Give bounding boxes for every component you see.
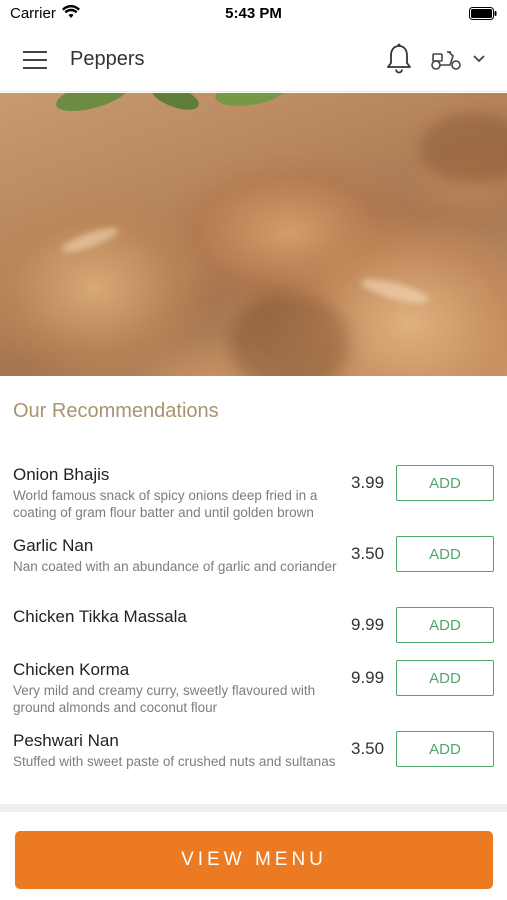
image-highlight xyxy=(59,223,121,257)
battery-icon xyxy=(469,7,497,20)
status-time: 5:43 PM xyxy=(225,5,282,22)
item-price: 9.99 xyxy=(351,615,385,634)
list-item: Garlic Nan Nan coated with an abundance … xyxy=(0,533,507,604)
bell-icon[interactable] xyxy=(385,42,413,76)
view-menu-button[interactable]: VIEW MENU xyxy=(15,831,493,889)
list-item: Onion Bhajis World famous snack of spicy… xyxy=(0,462,507,533)
chevron-down-icon[interactable] xyxy=(472,54,486,64)
item-name: Garlic Nan xyxy=(13,536,94,555)
recommendations-list: Onion Bhajis World famous snack of spicy… xyxy=(0,462,507,799)
menu-icon[interactable] xyxy=(22,49,48,71)
item-name: Peshwari Nan xyxy=(13,731,119,750)
image-highlight xyxy=(359,274,431,308)
image-shadow xyxy=(230,293,350,376)
item-name: Onion Bhajis xyxy=(13,465,110,484)
herb-garnish xyxy=(213,93,287,110)
image-shadow xyxy=(420,113,507,183)
item-description: Very mild and creamy curry, sweetly flav… xyxy=(13,683,316,715)
scooter-icon[interactable] xyxy=(430,46,462,72)
add-button[interactable]: ADD xyxy=(396,731,494,767)
item-price: 3.50 xyxy=(351,739,385,758)
hero-image xyxy=(0,93,507,376)
item-description: World famous snack of spicy onions deep … xyxy=(13,488,318,520)
item-price: 3.99 xyxy=(351,473,385,492)
add-button[interactable]: ADD xyxy=(396,607,494,643)
list-item: Peshwari Nan Stuffed with sweet paste of… xyxy=(0,728,507,799)
item-description: Stuffed with sweet paste of crushed nuts… xyxy=(13,754,336,769)
item-price: 3.50 xyxy=(351,544,385,563)
herb-garnish xyxy=(148,93,202,115)
list-item: Chicken Korma Very mild and creamy curry… xyxy=(0,657,507,728)
status-bar: Carrier 5:43 PM xyxy=(0,0,507,28)
add-button[interactable]: ADD xyxy=(396,660,494,696)
divider xyxy=(0,804,507,812)
add-button[interactable]: ADD xyxy=(396,536,494,572)
item-description: Nan coated with an abundance of garlic a… xyxy=(13,559,337,574)
section-title: Our Recommendations xyxy=(13,400,219,422)
nav-bar: Peppers xyxy=(0,28,507,92)
item-name: Chicken Tikka Massala xyxy=(13,607,187,626)
list-item: Chicken Tikka Massala 9.99 ADD xyxy=(0,604,507,657)
item-name: Chicken Korma xyxy=(13,660,130,679)
item-price: 9.99 xyxy=(351,668,385,687)
add-button[interactable]: ADD xyxy=(396,465,494,501)
herb-garnish xyxy=(53,93,132,118)
page-title: Peppers xyxy=(70,48,145,70)
